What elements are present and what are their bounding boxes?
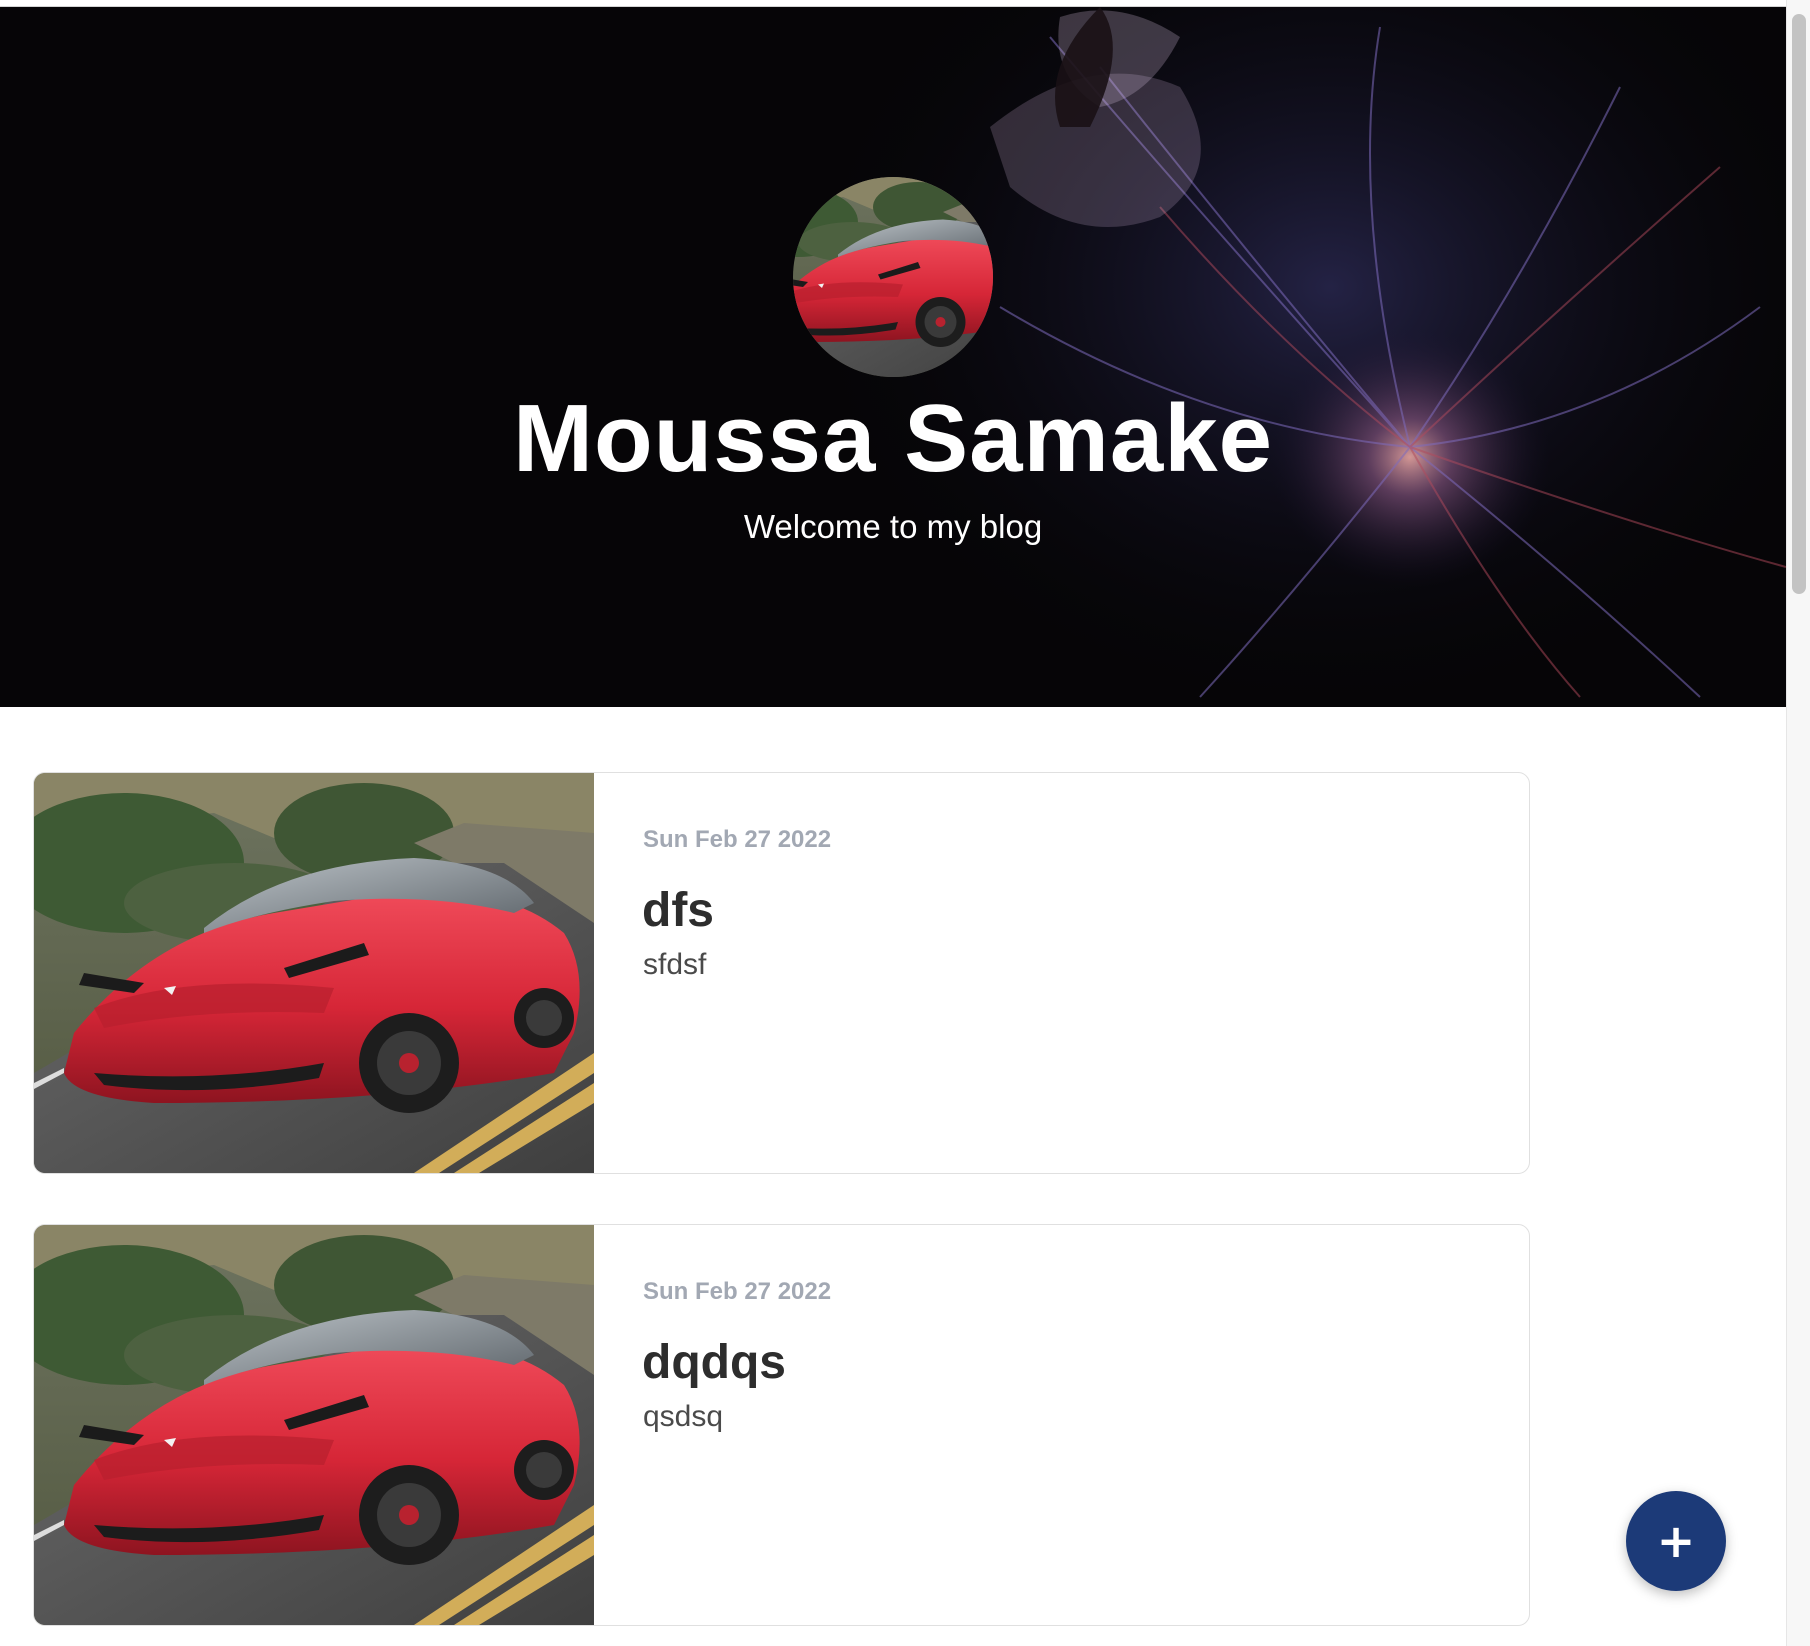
add-post-button[interactable]: + bbox=[1626, 1491, 1726, 1591]
post-thumbnail bbox=[34, 1225, 594, 1625]
post-card[interactable]: Sun Feb 27 2022 dqdqs qsdsq bbox=[33, 1224, 1530, 1626]
hero-banner: Moussa Samake Welcome to my blog bbox=[0, 7, 1786, 707]
post-date: Sun Feb 27 2022 bbox=[643, 826, 832, 853]
plus-icon: + bbox=[1656, 1514, 1696, 1568]
profile-avatar bbox=[793, 177, 993, 377]
post-title[interactable]: dfs bbox=[642, 881, 714, 941]
post-excerpt: qsdsq bbox=[643, 1400, 724, 1433]
blog-page: Moussa Samake Welcome to my blog Sun Feb… bbox=[0, 0, 1810, 1646]
blog-tagline: Welcome to my blog bbox=[743, 508, 1043, 545]
blog-author-name: Moussa Samake bbox=[512, 385, 1274, 492]
post-card[interactable]: Sun Feb 27 2022 dfs sfdsf bbox=[33, 772, 1530, 1174]
post-title[interactable]: dqdqs bbox=[642, 1333, 786, 1393]
top-border bbox=[0, 0, 1786, 7]
vertical-scrollbar[interactable] bbox=[1786, 0, 1810, 1646]
post-excerpt: sfdsf bbox=[643, 948, 707, 981]
scrollbar-thumb[interactable] bbox=[1792, 14, 1806, 594]
post-date: Sun Feb 27 2022 bbox=[643, 1278, 832, 1305]
post-thumbnail bbox=[34, 773, 594, 1173]
